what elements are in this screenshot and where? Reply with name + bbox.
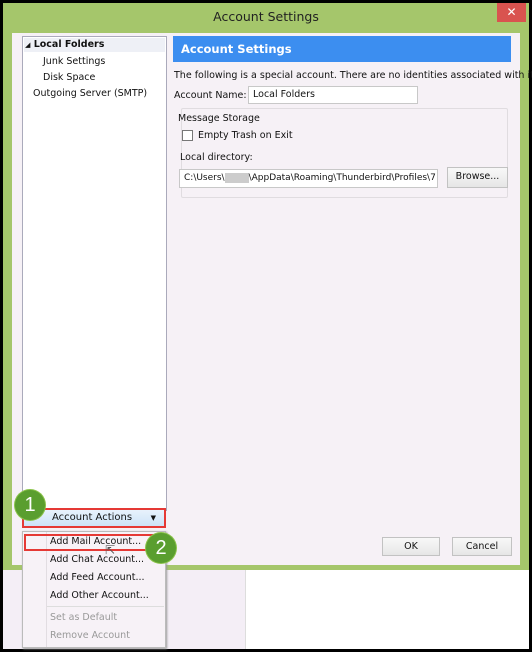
cancel-button[interactable]: Cancel (452, 537, 512, 556)
menu-item-add-other-account[interactable]: Add Other Account... (50, 590, 149, 601)
ok-button[interactable]: OK (382, 537, 440, 556)
account-name-input[interactable]: Local Folders (248, 86, 418, 104)
menu-item-set-as-default: Set as Default (50, 612, 118, 623)
account-actions-menu: Add Mail Account... Add Chat Account... … (22, 531, 166, 648)
dialog-body: ◢ Local Folders Junk Settings Disk Space… (12, 33, 532, 565)
account-tree[interactable]: ◢ Local Folders Junk Settings Disk Space… (22, 36, 167, 511)
redacted-username (224, 172, 249, 183)
highlight-box-add-mail (24, 534, 164, 551)
menu-item-add-chat-account[interactable]: Add Chat Account... (50, 554, 144, 565)
menu-item-add-feed-account[interactable]: Add Feed Account... (50, 572, 145, 583)
menu-separator (47, 606, 164, 607)
panel-header: Account Settings (173, 36, 511, 62)
tree-item-outgoing-server[interactable]: Outgoing Server (SMTP) (33, 88, 147, 99)
mouse-cursor-icon: ⇱ (105, 543, 116, 557)
menu-item-remove-account: Remove Account (50, 630, 130, 641)
account-settings-window: Account Settings ✕ ◢ Local Folders Junk … (3, 3, 532, 570)
browse-button[interactable]: Browse... (447, 167, 508, 188)
close-button[interactable]: ✕ (497, 3, 526, 22)
tree-item-disk-space[interactable]: Disk Space (43, 72, 95, 83)
step-1-badge: 1 (15, 490, 45, 520)
empty-trash-checkbox[interactable] (182, 130, 193, 141)
expand-triangle-icon[interactable]: ◢ (25, 41, 30, 49)
window-title: Account Settings (213, 9, 319, 24)
account-name-label: Account Name: (174, 90, 247, 101)
close-icon: ✕ (506, 5, 517, 19)
tree-item-junk-settings[interactable]: Junk Settings (43, 56, 105, 67)
empty-trash-label[interactable]: Empty Trash on Exit (198, 130, 293, 141)
local-directory-label: Local directory: (180, 152, 253, 163)
local-directory-input[interactable]: C:\Users\ \AppData\Roaming\Thunderbird\Pr… (179, 169, 438, 188)
tree-item-local-folders[interactable]: ◢ Local Folders (25, 39, 104, 50)
description-text: The following is a special account. Ther… (174, 70, 532, 81)
dropdown-arrow-icon: ▼ (150, 514, 156, 522)
step-2-badge: 2 (146, 533, 176, 563)
message-storage-legend: Message Storage (178, 113, 260, 124)
